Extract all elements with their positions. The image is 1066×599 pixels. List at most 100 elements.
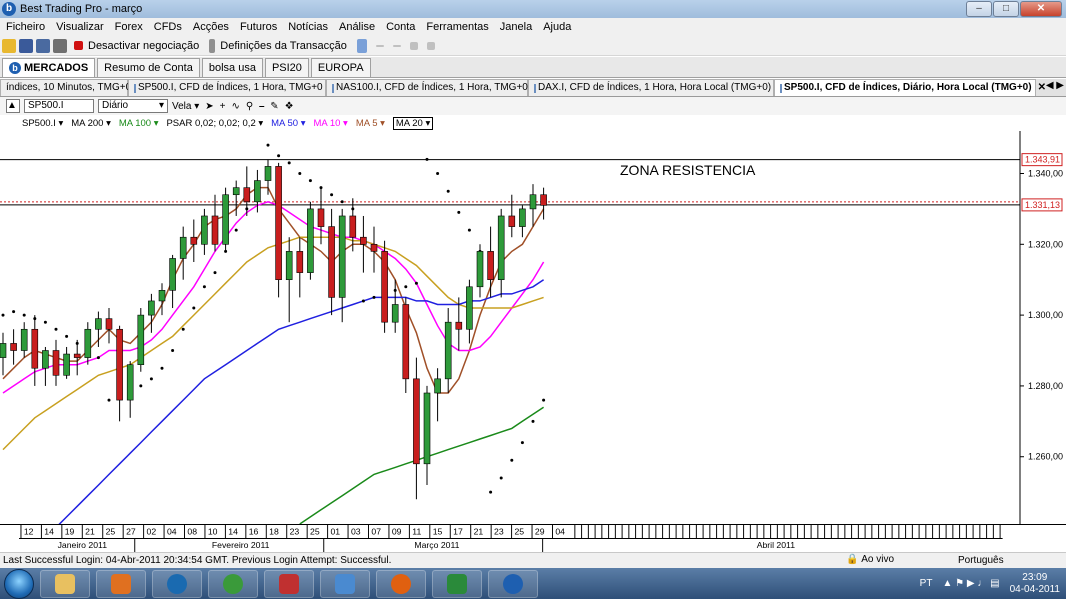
crosshair-icon[interactable]: + [220,101,226,112]
x-tick-label: 23 [494,527,504,537]
deactivate-trading-button[interactable]: Desactivar negociação [88,40,199,52]
tab-resumo-conta[interactable]: Resumo de Conta [97,58,200,77]
chart-style-select[interactable]: Vela ▾ [172,101,199,112]
candle-body [201,215,208,245]
menu-analise[interactable]: Análise [339,21,375,33]
media-player-icon [111,573,131,594]
drawing-tools-icon[interactable]: ❖ [285,101,294,112]
taskbar-utorrent[interactable] [208,569,258,598]
menu-conta[interactable]: Conta [386,21,415,33]
open-folder-icon[interactable] [2,38,16,53]
menu-ferramentas[interactable]: Ferramentas [426,21,488,33]
tab-mercados[interactable]: b MERCADOS [2,58,96,77]
menu-visualizar[interactable]: Visualizar [56,21,104,33]
candle-body [42,350,49,369]
indicator-ma50[interactable]: MA 50 ▾ [271,118,305,129]
month-label: Janeiro 2011 [58,540,108,550]
indicator-bar: SP500.I ▾ MA 200 ▾ MA 100 ▾ PSAR 0,02; 0… [0,115,1020,131]
zoom-icon[interactable]: ⚲ [246,101,253,112]
print-preview-icon[interactable] [409,41,418,50]
indicator-psar[interactable]: PSAR 0,02; 0,02; 0,2 ▾ [166,118,263,129]
menu-noticias[interactable]: Notícias [288,21,328,33]
chart-mini-icon [134,83,136,93]
taskbar-excel[interactable] [432,569,482,598]
indicators-icon[interactable]: ∿ [232,101,240,112]
chart-tab-label: DAX.I, CFD de Índices, 1 Hora, Hora Loca… [538,82,772,93]
indicator-ma100[interactable]: MA 100 ▾ [119,118,159,129]
tab-europa[interactable]: EUROPA [310,58,371,77]
chart-tab-1[interactable]: índices, 10 Minutos, TMG+0 [0,79,131,96]
chart-tab-4[interactable]: DAX.I, CFD de Índices, 1 Hora, Hora Loca… [528,79,774,96]
price-chart[interactable]: ZONA RESISTENCIA 1.340,00 1.320,00 1.300,0… [0,131,1066,524]
taskbar-firefox[interactable] [376,569,426,598]
taskbar-app5[interactable] [264,569,314,598]
network-icon [335,573,355,594]
menu-cfds[interactable]: CFDs [154,21,182,33]
candle-body [254,180,261,203]
indicator-ma10[interactable]: MA 10 ▾ [313,118,347,129]
close-tab-icon[interactable]: ✕ [1038,80,1046,96]
menu-ajuda[interactable]: Ajuda [543,21,571,33]
x-tick-label: 02 [147,527,157,537]
refresh-icon[interactable] [426,41,435,50]
indicator-symbol[interactable]: SP500.I ▾ [22,118,63,129]
stop-trading-icon[interactable] [74,41,83,50]
pencil-icon[interactable]: ✎ [270,101,278,112]
arrow-left-icon[interactable] [375,44,384,47]
indicator-ma20[interactable]: MA 20 ▾ [392,116,434,130]
y-tick-label: 1.340,00 [1028,168,1063,178]
menu-forex[interactable]: Forex [115,21,143,33]
taskbar-besttrading[interactable] [488,569,538,598]
minimize-button[interactable]: – [966,1,992,17]
settings-icon[interactable] [209,38,216,53]
ma-line-ma50 [58,279,545,524]
menu-accoes[interactable]: Acções [193,21,229,33]
menu-ficheiro[interactable]: Ficheiro [6,21,45,33]
x-tick-label: 14 [228,527,238,537]
tab-scroll-icon[interactable]: ◀ ▶ [1046,80,1064,91]
close-button[interactable]: ✕ [1020,1,1062,17]
taskbar-app6[interactable] [320,569,370,598]
menu-janela[interactable]: Janela [500,21,532,33]
tab-bolsa-usa[interactable]: bolsa usa [201,58,263,77]
line-tool-icon[interactable]: ⎯ [259,101,264,112]
candle-body [126,364,134,401]
period-select[interactable]: Diário ▾ [98,99,168,113]
save-all-icon[interactable] [36,38,50,53]
month-label: Março 2011 [414,540,459,550]
indicator-ma5[interactable]: MA 5 ▾ [356,118,385,129]
taskbar-explorer[interactable] [40,569,90,598]
arrow-right-icon[interactable] [392,44,401,47]
candle-body [190,236,198,245]
clock[interactable]: 23:09 04-04-2011 [1010,572,1060,596]
symbol-input[interactable]: SP500.I [24,99,94,113]
chart-tab-2[interactable]: SP500.I, CFD de Índices, 1 Hora, TMG+0 [128,79,326,96]
x-tick-label: 01 [331,527,341,537]
save-icon[interactable] [19,38,33,53]
print-icon[interactable] [53,38,67,53]
menu-futuros[interactable]: Futuros [240,21,277,33]
chart-mini-icon [780,83,782,93]
x-tick-label: 21 [85,527,95,537]
transaction-settings-button[interactable]: Definições da Transacção [220,40,347,52]
check-icon[interactable] [356,38,367,53]
tab-psi20[interactable]: PSI20 [264,58,309,77]
chart-tab-3[interactable]: NAS100.I, CFD de Índices, 1 Hora, TMG+0 [326,79,528,96]
indicator-ma200[interactable]: MA 200 ▾ [71,118,111,129]
cursor-icon[interactable]: ➤ [205,101,213,112]
maximize-button[interactable]: □ [993,1,1019,17]
chart-tab-5[interactable]: SP500.I, CFD de Índices, Diário, Hora Lo… [774,79,1046,96]
candle-body [105,318,113,330]
language-indicator[interactable]: PT [920,578,933,589]
taskbar-hp[interactable] [152,569,202,598]
start-button[interactable] [4,568,34,599]
taskbar-media[interactable] [96,569,146,598]
collapse-icon[interactable]: ▲ [6,99,20,113]
language-selector[interactable]: Português [958,555,1004,566]
candle-body [391,304,399,323]
tray-icons[interactable]: ▲ ⚑ ▶ ♩ ▤ [942,578,999,589]
live-status[interactable]: 🔒 Ao vivo [846,554,894,565]
candle-body [73,353,81,358]
tab-mercados-label: MERCADOS [24,62,89,74]
brand-logo-icon [503,573,523,594]
